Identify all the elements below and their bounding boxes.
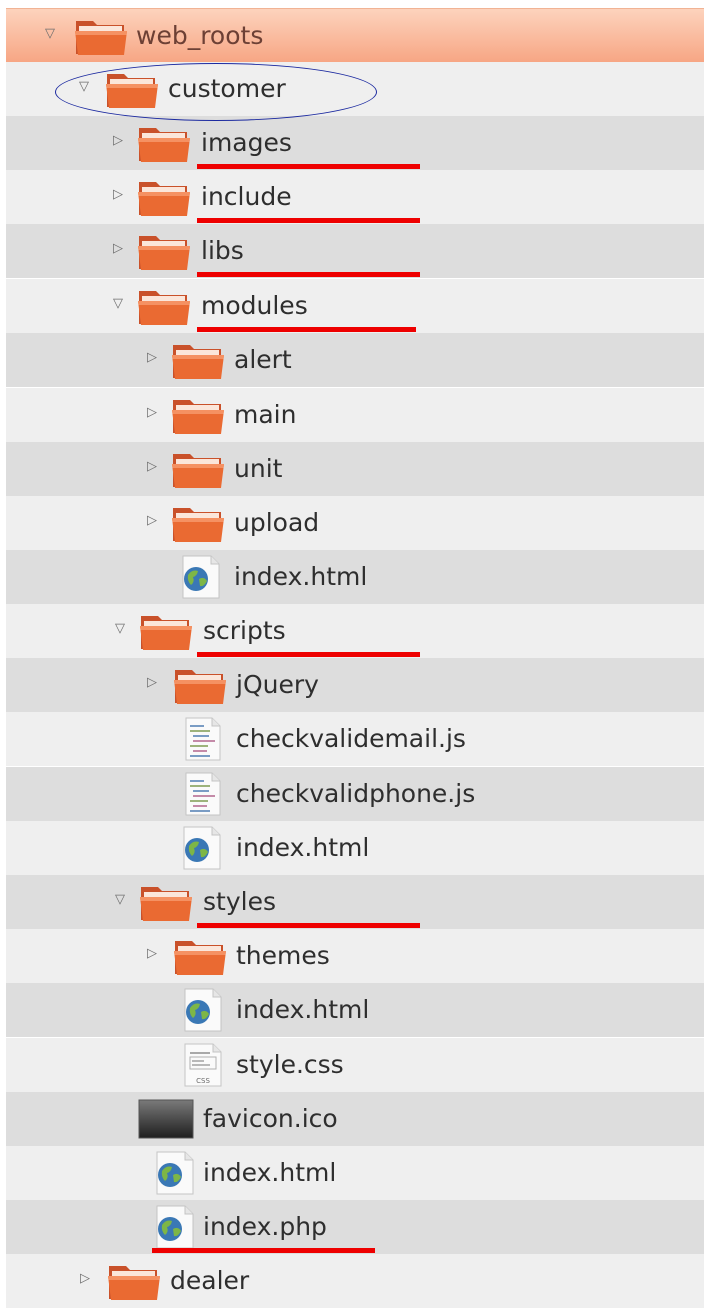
expand-arrow-right-icon[interactable]: ▷: [111, 241, 125, 257]
folder-icon: [136, 175, 192, 219]
html-file-icon: [174, 826, 230, 870]
js-file-icon: [174, 772, 230, 816]
tree-row-label: upload: [234, 508, 320, 537]
ico-file-icon: [138, 1097, 194, 1141]
expand-arrow-right-icon[interactable]: ▷: [145, 513, 159, 529]
expand-arrow-right-icon[interactable]: ▷: [78, 1271, 92, 1287]
tree-row-label: modules: [201, 291, 308, 320]
folder-icon: [138, 880, 194, 924]
tree-row-styles[interactable]: ▽ styles: [6, 875, 704, 929]
folder-icon: [172, 663, 228, 707]
expand-arrow-right-icon[interactable]: ▷: [145, 350, 159, 366]
folder-icon: [172, 934, 228, 978]
tree-row-label: themes: [236, 941, 330, 970]
expand-arrow-right-icon[interactable]: ▷: [145, 405, 159, 421]
html-file-icon: [147, 1151, 203, 1195]
tree-row-index-html[interactable]: index.html: [6, 821, 704, 875]
expand-arrow-right-icon[interactable]: ▷: [145, 675, 159, 691]
tree-row-label: jQuery: [236, 670, 319, 699]
folder-icon: [138, 609, 194, 653]
red-underline-annotation: [197, 327, 416, 332]
tree-row-label: libs: [201, 236, 244, 265]
tree-row-dealer[interactable]: ▷ dealer: [6, 1254, 704, 1308]
svg-text:CSS: CSS: [196, 1077, 210, 1085]
tree-row-label: checkvalidphone.js: [236, 779, 476, 808]
tree-row-index-html[interactable]: index.html: [6, 1146, 704, 1200]
folder-icon: [170, 501, 226, 545]
tree-row-label: unit: [234, 454, 283, 483]
tree-row-themes[interactable]: ▷ themes: [6, 929, 704, 983]
tree-row-label: scripts: [203, 616, 286, 645]
tree-row-label: checkvalidemail.js: [236, 724, 466, 753]
tree-row-index-php[interactable]: index.php: [6, 1200, 704, 1254]
red-underline-annotation: [197, 272, 420, 277]
expand-arrow-down-icon[interactable]: ▽: [43, 26, 57, 42]
tree-row-label: customer: [168, 74, 286, 103]
tree-row-images[interactable]: ▷ images: [6, 116, 704, 170]
tree-row-modules[interactable]: ▽ modules: [6, 279, 704, 333]
tree-row-label: index.html: [236, 833, 370, 862]
tree-row-label: main: [234, 400, 297, 429]
folder-icon: [106, 1259, 162, 1303]
tree-row-checkvalidphone-js[interactable]: checkvalidphone.js: [6, 767, 704, 821]
tree-row-label: web_roots: [136, 21, 264, 50]
tree-row-index-html[interactable]: index.html: [6, 550, 704, 604]
tree-row-label: alert: [234, 345, 292, 374]
folder-icon: [170, 447, 226, 491]
tree-row-checkvalidemail-js[interactable]: checkvalidemail.js: [6, 712, 704, 766]
tree-row-label: favicon.ico: [203, 1104, 338, 1133]
expand-arrow-right-icon[interactable]: ▷: [111, 187, 125, 203]
tree-row-web-roots[interactable]: ▽ web_roots: [6, 8, 704, 62]
tree-row-label: images: [201, 128, 292, 157]
tree-row-scripts[interactable]: ▽ scripts: [6, 604, 704, 658]
tree-row-unit[interactable]: ▷ unit: [6, 442, 704, 496]
tree-row-label: index.html: [236, 995, 370, 1024]
tree-row-style-css[interactable]: CSS style.css: [6, 1038, 704, 1092]
tree-row-libs[interactable]: ▷ libs: [6, 224, 704, 278]
red-underline-annotation: [197, 652, 420, 657]
expand-arrow-down-icon[interactable]: ▽: [113, 892, 127, 908]
expand-arrow-right-icon[interactable]: ▷: [145, 946, 159, 962]
expand-arrow-down-icon[interactable]: ▽: [113, 621, 127, 637]
red-underline-annotation: [197, 164, 420, 169]
tree-row-customer[interactable]: ▽ customer: [6, 62, 704, 116]
tree-row-include[interactable]: ▷ include: [6, 170, 704, 224]
expand-arrow-down-icon[interactable]: ▽: [111, 296, 125, 312]
folder-icon: [136, 229, 192, 273]
tree-row-alert[interactable]: ▷ alert: [6, 333, 704, 387]
expand-arrow-down-icon[interactable]: ▽: [77, 79, 91, 95]
folder-icon: [136, 284, 192, 328]
tree-row-index-html[interactable]: index.html: [6, 983, 704, 1037]
tree-row-label: index.html: [234, 562, 368, 591]
php-file-icon: [147, 1205, 203, 1249]
folder-icon: [170, 338, 226, 382]
folder-icon: [136, 121, 192, 165]
tree-row-upload[interactable]: ▷ upload: [6, 496, 704, 550]
tree-row-label: include: [201, 182, 292, 211]
tree-row-label: dealer: [170, 1266, 250, 1295]
tree-row-label: index.html: [203, 1158, 337, 1187]
tree-row-jquery[interactable]: ▷ jQuery: [6, 658, 704, 712]
folder-icon: [104, 67, 160, 111]
folder-icon: [73, 14, 129, 58]
tree-row-favicon-ico[interactable]: favicon.ico: [6, 1092, 704, 1146]
red-underline-annotation: [197, 923, 420, 928]
tree-row-label: index.php: [203, 1212, 327, 1241]
css-file-icon: CSS: [175, 1043, 231, 1087]
html-file-icon: [175, 988, 231, 1032]
red-underline-annotation: [197, 218, 420, 223]
js-file-icon: [174, 717, 230, 761]
tree-row-label: style.css: [236, 1050, 344, 1079]
tree-row-label: styles: [203, 887, 276, 916]
expand-arrow-right-icon[interactable]: ▷: [111, 133, 125, 149]
tree-row-main[interactable]: ▷ main: [6, 388, 704, 442]
file-tree: ▽ web_roots ▽ customer ▷ images ▷ include ▷ …: [0, 0, 704, 1308]
folder-icon: [170, 393, 226, 437]
html-file-icon: [173, 555, 229, 599]
expand-arrow-right-icon[interactable]: ▷: [145, 459, 159, 475]
red-underline-annotation: [152, 1248, 375, 1253]
